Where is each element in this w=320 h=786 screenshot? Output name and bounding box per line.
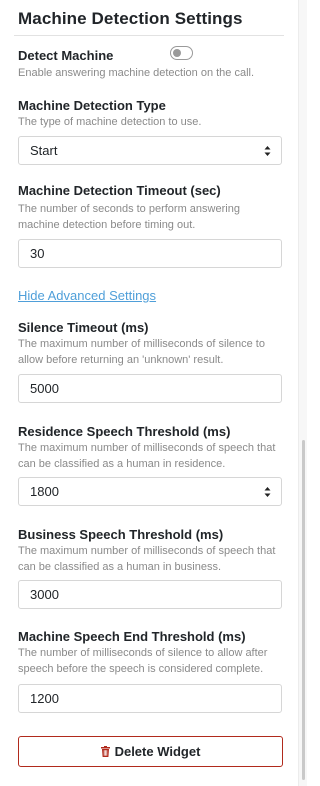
widget-settings-panel: Machine Detection Settings Detect Machin…	[0, 0, 296, 786]
business-threshold-value: 3000	[30, 587, 59, 602]
end-threshold-input[interactable]: 1200	[18, 684, 282, 713]
section-title: Machine Detection Settings	[18, 9, 243, 28]
silence-timeout-label: Silence Timeout (ms)	[18, 320, 149, 335]
detect-machine-label: Detect Machine	[18, 48, 114, 63]
end-threshold-value: 1200	[30, 691, 59, 706]
silence-timeout-input[interactable]: 5000	[18, 374, 282, 403]
detection-timeout-input[interactable]: 30	[18, 239, 282, 268]
detection-type-help: The type of machine detection to use.	[18, 116, 202, 128]
number-stepper-icon[interactable]	[264, 486, 271, 498]
detect-machine-toggle[interactable]	[170, 46, 193, 60]
select-caret-icon	[264, 146, 271, 156]
trash-icon	[100, 746, 110, 757]
residence-threshold-help: The maximum number of milliseconds of sp…	[18, 442, 276, 470]
end-threshold-label: Machine Speech End Threshold (ms)	[18, 629, 246, 644]
toggle-knob	[173, 49, 181, 57]
end-threshold-help: The number of milliseconds of silence to…	[18, 647, 268, 675]
residence-threshold-label: Residence Speech Threshold (ms)	[18, 424, 231, 439]
silence-timeout-value: 5000	[30, 381, 59, 396]
residence-threshold-input[interactable]: 1800	[18, 477, 282, 506]
business-threshold-input[interactable]: 3000	[18, 580, 282, 609]
hide-advanced-settings-link[interactable]: Hide Advanced Settings	[18, 288, 156, 303]
detection-type-label: Machine Detection Type	[18, 98, 166, 113]
residence-threshold-value: 1800	[30, 484, 59, 499]
business-threshold-label: Business Speech Threshold (ms)	[18, 527, 224, 542]
detection-timeout-help: The number of seconds to perform answeri…	[18, 203, 240, 231]
silence-timeout-help: The maximum number of milliseconds of si…	[18, 338, 265, 366]
delete-widget-label: Delete Widget	[114, 744, 201, 759]
detection-type-value: Start	[30, 143, 58, 158]
scrollbar-thumb[interactable]	[302, 440, 305, 780]
delete-widget-button[interactable]: Delete Widget	[18, 736, 283, 767]
detect-machine-help: Enable answering machine detection on th…	[18, 67, 255, 79]
detection-timeout-value: 30	[30, 246, 45, 261]
business-threshold-help: The maximum number of milliseconds of sp…	[18, 545, 276, 573]
section-divider	[14, 35, 284, 36]
detection-timeout-label: Machine Detection Timeout (sec)	[18, 183, 221, 198]
detection-type-select[interactable]: Start	[18, 136, 282, 165]
